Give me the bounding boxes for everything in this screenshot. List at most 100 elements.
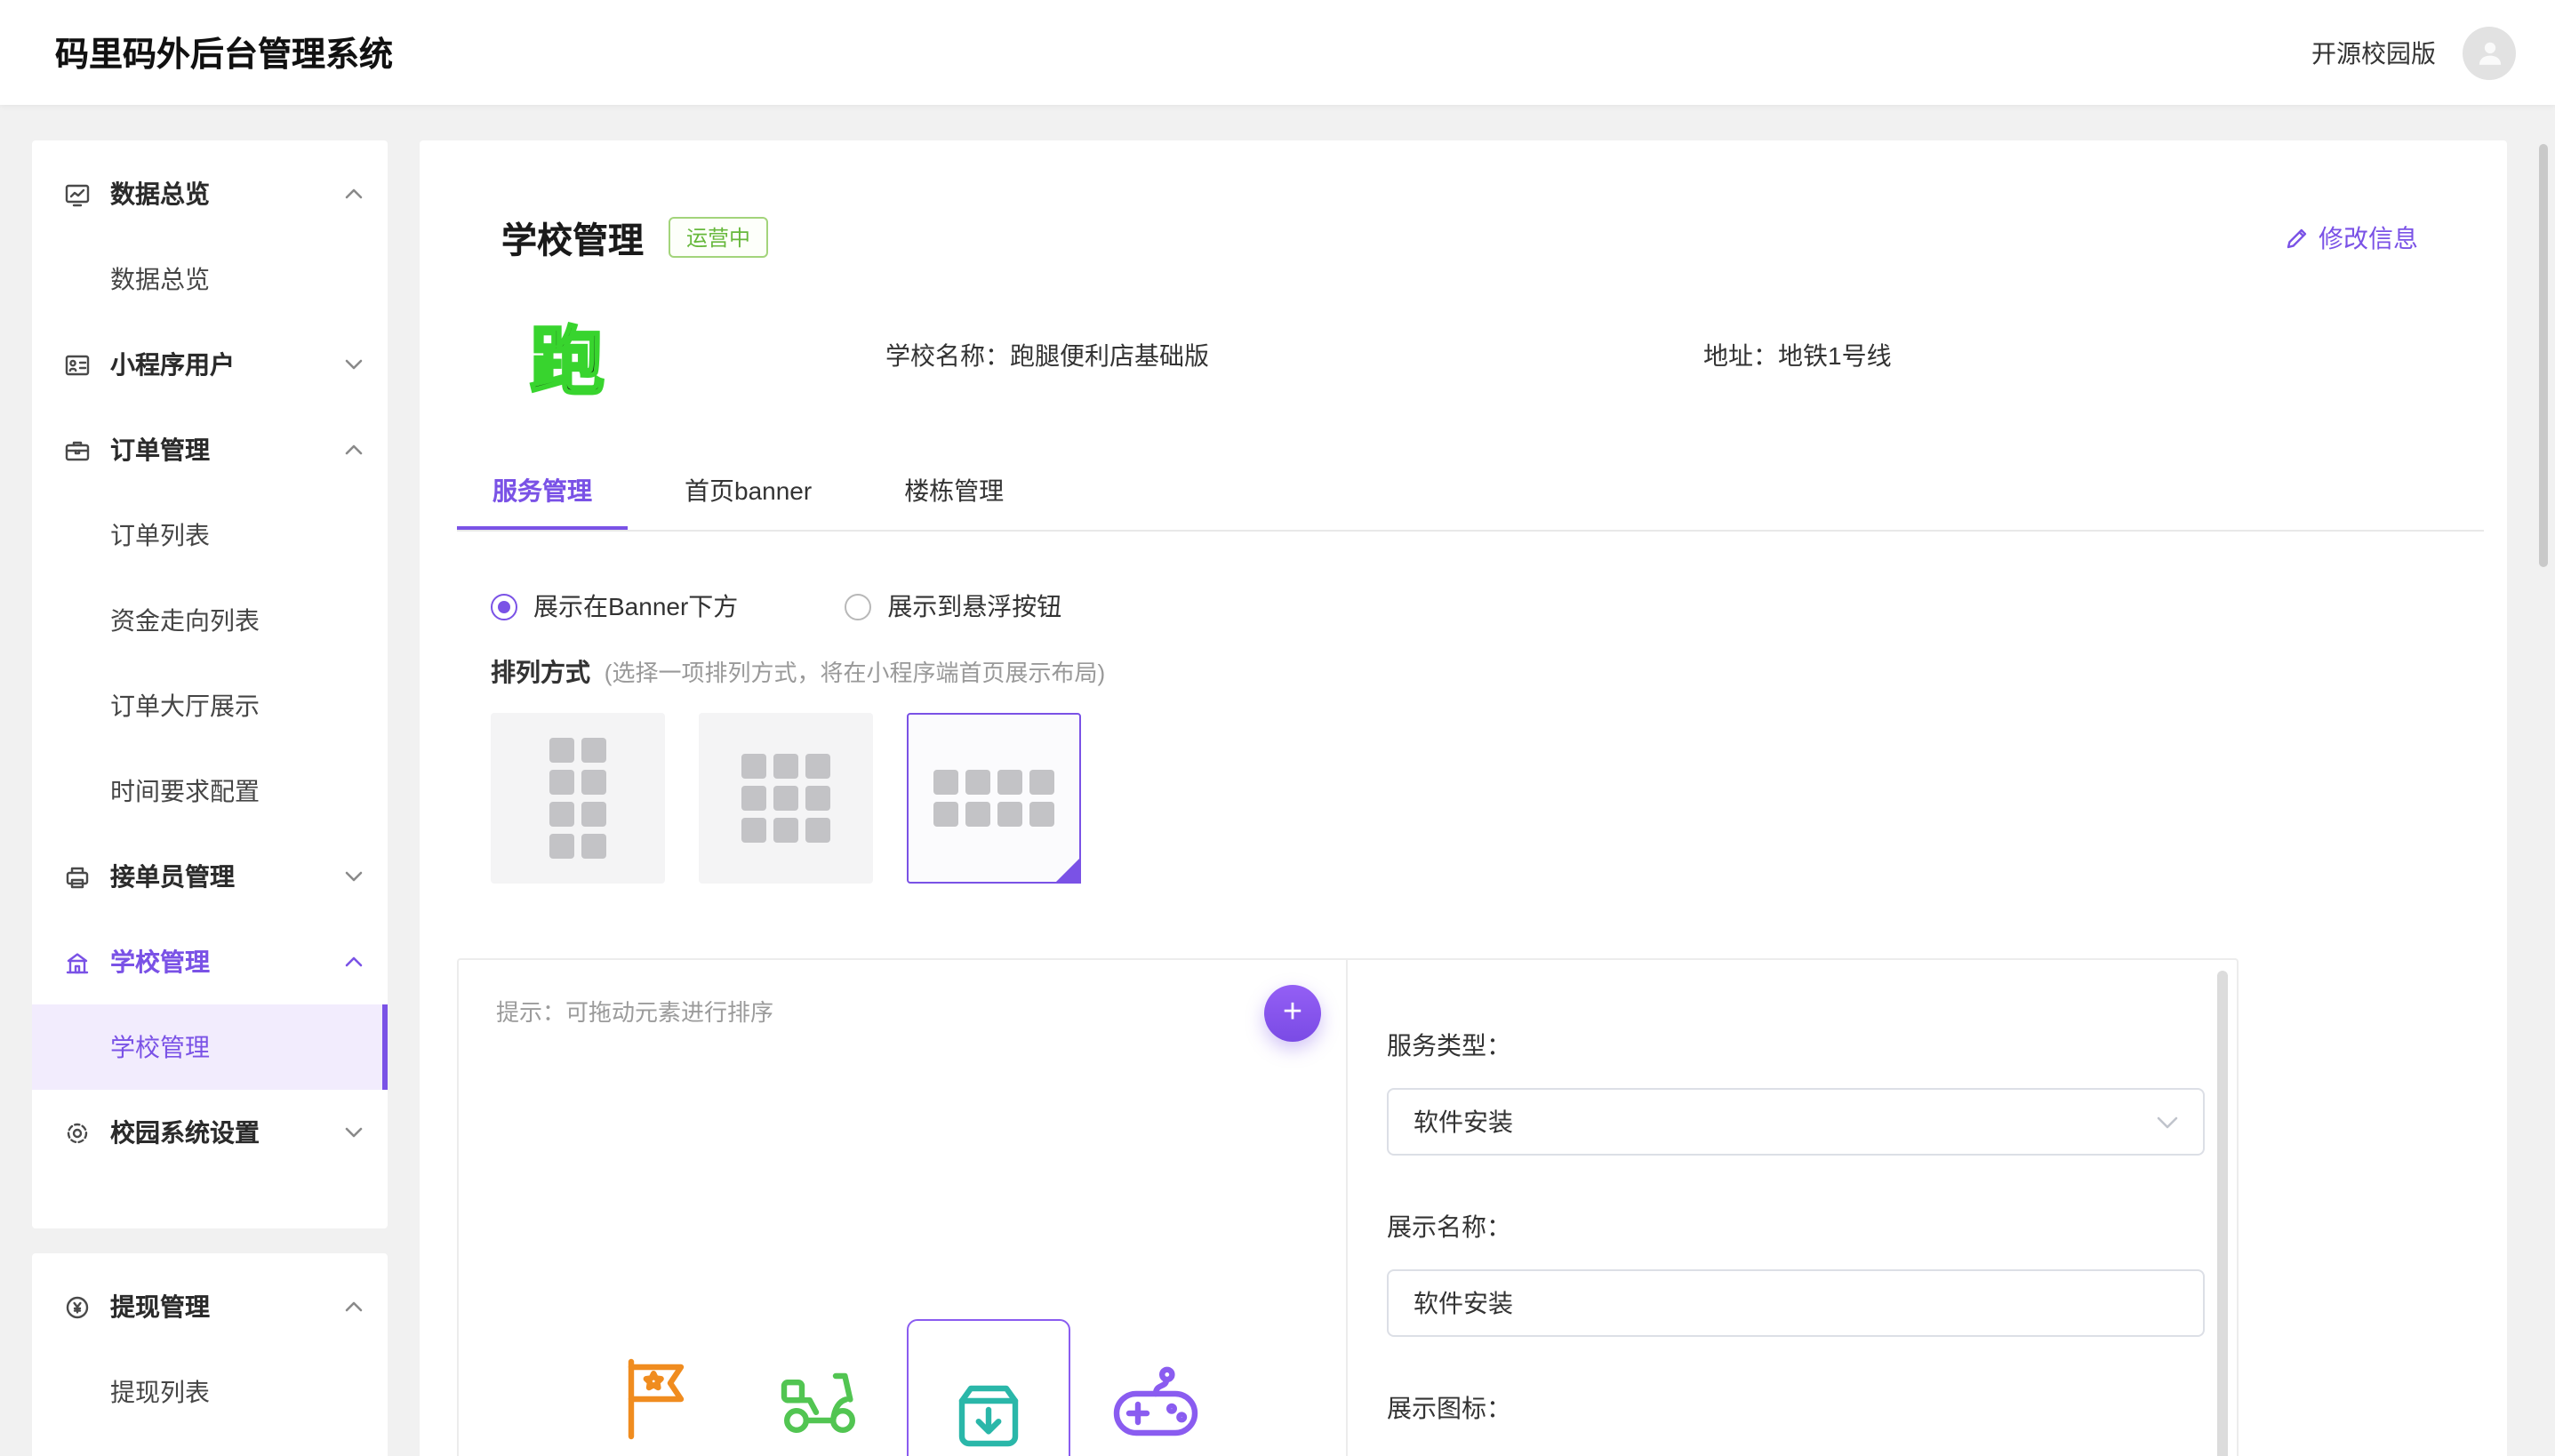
chevron-up-icon [345, 956, 363, 967]
school-logo: 跑 [521, 309, 613, 402]
tab-service-management[interactable]: 服务管理 [457, 455, 628, 530]
sidebar-item-fund-flow-list[interactable]: 资金走向列表 [32, 578, 388, 663]
app-title: 码里码外后台管理系统 [55, 28, 393, 76]
tab-home-banner[interactable]: 首页banner [649, 455, 847, 530]
menu-label: 数据总览 [110, 261, 210, 297]
tab-bar: 服务管理 首页banner 楼栋管理 [457, 455, 2484, 532]
menu-label: 资金走向列表 [110, 603, 260, 638]
scooter-icon[interactable] [773, 1355, 866, 1449]
sidebar-item-order-hall[interactable]: 订单大厅展示 [32, 663, 388, 748]
sidebar-item-withdraw-list[interactable]: 提现列表 [32, 1349, 388, 1435]
sidebar-item-campus-settings[interactable]: 校园系统设置 [32, 1090, 388, 1175]
layout-option-2col[interactable] [491, 713, 665, 884]
menu-label: 校园系统设置 [110, 1115, 260, 1150]
chevron-down-icon [345, 359, 363, 370]
service-form-panel: 服务类型： 软件安装 展示名称： 展示图标： [1348, 960, 2237, 1456]
school-name-label: 学校名称： [885, 341, 1010, 370]
menu-label: 时间要求配置 [110, 773, 260, 809]
edition-label: 开源校园版 [2311, 35, 2436, 70]
user-avatar[interactable] [2463, 26, 2516, 79]
menu-label: 数据总览 [110, 176, 210, 212]
sidebar: 数据总览 数据总览 小程序用户 订单管理 订单列表 [32, 140, 388, 1456]
radio-selected-icon[interactable] [491, 593, 517, 620]
service-type-value: 软件安装 [1414, 1104, 1513, 1140]
radio-label: 展示在Banner下方 [533, 588, 738, 624]
display-mode-radios: 展示在Banner下方 展示到悬浮按钮 [491, 588, 2507, 624]
sidebar-item-data-overview-sub[interactable]: 数据总览 [32, 236, 388, 322]
radio-banner-below[interactable]: 展示在Banner下方 [491, 588, 738, 624]
app-window: 码里码外后台管理系统 开源校园版 数据总览 数据总览 [0, 0, 2555, 1456]
edit-info-label: 修改信息 [2319, 220, 2418, 255]
withdraw-icon [62, 1292, 91, 1321]
sidebar-item-courier-management[interactable]: 接单员管理 [32, 834, 388, 919]
drag-sort-panel: 提示：可拖动元素进行排序 + [459, 960, 1348, 1456]
chevron-up-icon [345, 444, 363, 455]
chevron-down-icon [345, 871, 363, 882]
school-name: 学校名称：跑腿便利店基础版 [885, 338, 1209, 373]
sidebar-item-withdraw-management[interactable]: 提现管理 [32, 1264, 388, 1349]
menu-label: 接单员管理 [110, 859, 235, 894]
arrange-hint: (选择一项排列方式，将在小程序端首页展示布局) [605, 660, 1105, 686]
settings-icon [62, 1118, 91, 1147]
menu-label: 学校管理 [110, 944, 210, 980]
school-address-value: 地铁1号线 [1778, 341, 1892, 370]
selected-corner-mark [1054, 857, 1081, 884]
page-scrollbar[interactable] [2539, 144, 2548, 567]
arrange-row: 排列方式 (选择一项排列方式，将在小程序端首页展示布局) [491, 654, 2507, 690]
menu-label: 提现管理 [110, 1289, 210, 1324]
flag-icon[interactable] [615, 1355, 697, 1452]
grid-preview-4col [933, 770, 1054, 827]
display-name-input[interactable] [1414, 1289, 2178, 1317]
sidebar-item-data-overview[interactable]: 数据总览 [32, 151, 388, 236]
pencil-icon [2285, 225, 2310, 250]
school-icon [62, 948, 91, 976]
sidebar-item-time-config[interactable]: 时间要求配置 [32, 748, 388, 834]
radio-unselected-icon[interactable] [845, 593, 871, 620]
sidebar-main-block: 数据总览 数据总览 小程序用户 订单管理 订单列表 [32, 140, 388, 1228]
miniprogram-user-icon [62, 350, 91, 379]
service-editor-panel: 提示：可拖动元素进行排序 + 服务类型： [457, 958, 2239, 1456]
service-type-label: 服务类型： [1387, 1028, 2237, 1063]
chevron-down-icon [345, 1127, 363, 1138]
grid-preview-2col [549, 738, 606, 859]
radio-label: 展示到悬浮按钮 [887, 588, 1061, 624]
box-download-icon [946, 1372, 1031, 1456]
courier-icon [62, 862, 91, 891]
sidebar-item-order-list[interactable]: 订单列表 [32, 492, 388, 578]
sidebar-item-school-management-sub[interactable]: 学校管理 [32, 1004, 388, 1090]
sidebar-item-miniprogram-users[interactable]: 小程序用户 [32, 322, 388, 407]
edit-info-link[interactable]: 修改信息 [2285, 220, 2418, 255]
header-right: 开源校园版 [2311, 26, 2516, 79]
drag-hint-text: 提示：可拖动元素进行排序 [496, 994, 773, 1028]
sidebar-item-school-management[interactable]: 学校管理 [32, 919, 388, 1004]
page-title-row: 学校管理 运营中 修改信息 [501, 140, 2418, 263]
school-address: 地址：地铁1号线 [1703, 338, 1892, 373]
chevron-up-icon [345, 188, 363, 199]
service-tab-content: 展示在Banner下方 展示到悬浮按钮 排列方式 (选择一项排列方式，将在小程序… [491, 588, 2507, 884]
display-icon-label: 展示图标： [1387, 1390, 2237, 1426]
service-type-select[interactable]: 软件安装 [1387, 1088, 2205, 1156]
top-header: 码里码外后台管理系统 开源校园版 [0, 0, 2555, 105]
layout-option-4col-selected[interactable] [907, 713, 1081, 884]
order-icon [62, 436, 91, 464]
main-content-card: 学校管理 运营中 修改信息 跑 学校名称：跑腿便利店基础版 地址：地铁1号线 服… [420, 140, 2507, 1456]
tab-building-management[interactable]: 楼栋管理 [869, 455, 1039, 530]
person-icon [2474, 37, 2504, 68]
radio-floating-button[interactable]: 展示到悬浮按钮 [845, 588, 1061, 624]
menu-label: 学校管理 [110, 1029, 210, 1065]
menu-label: 订单列表 [110, 517, 210, 553]
sidebar-item-order-management[interactable]: 订单管理 [32, 407, 388, 492]
chevron-up-icon [345, 1301, 363, 1312]
selected-service-card[interactable] [907, 1319, 1070, 1456]
layout-option-3col[interactable] [699, 713, 873, 884]
layout-option-cards [491, 713, 2507, 884]
menu-label: 订单管理 [110, 432, 210, 468]
display-name-input-wrap [1387, 1269, 2205, 1337]
menu-label: 提现列表 [110, 1374, 210, 1410]
menu-label: 订单大厅展示 [110, 688, 260, 724]
school-info-row: 跑 学校名称：跑腿便利店基础版 地址：地铁1号线 [521, 309, 2507, 402]
grid-preview-3col [741, 754, 830, 843]
form-panel-scrollbar[interactable] [2217, 971, 2228, 1456]
add-service-button[interactable]: + [1264, 985, 1321, 1042]
gamepad-icon[interactable] [1109, 1362, 1202, 1452]
